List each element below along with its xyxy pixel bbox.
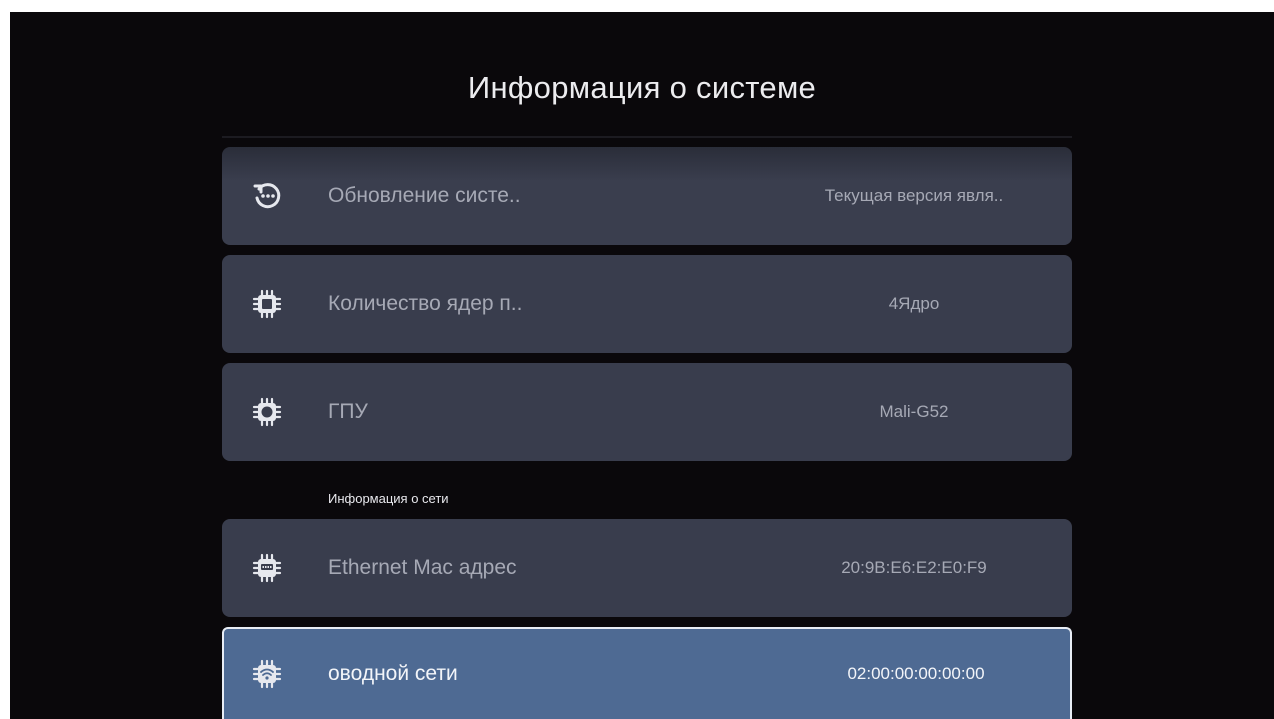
- system-update-icon: [252, 181, 282, 211]
- row-label: Обновление систе..: [328, 184, 521, 207]
- ethernet-chip-icon: [252, 553, 282, 583]
- row-value: 02:00:00:00:00:00: [847, 664, 985, 683]
- wireless-mac-row[interactable]: оводной сети 02:00:00:00:00:00: [222, 627, 1072, 719]
- tv-screen: Информация о системе Обновление систе.. …: [10, 12, 1274, 719]
- row-label: Количество ядер п..: [328, 292, 523, 315]
- row-value: Mali-G52: [879, 402, 949, 421]
- cpu-chip-icon: [252, 289, 282, 319]
- system-update-row[interactable]: Обновление систе.. Текущая версия явля..: [222, 147, 1072, 245]
- row-label: ГПУ: [328, 400, 368, 423]
- row-label: Ethernet Mac адрес: [328, 556, 517, 579]
- cpu-cores-row[interactable]: Количество ядер п.. 4Ядро: [222, 255, 1072, 353]
- page-title: Информация о системе: [467, 70, 817, 105]
- wifi-chip-icon: [252, 659, 282, 689]
- gpu-chip-icon: [252, 397, 282, 427]
- title-divider: [222, 136, 1072, 138]
- row-value: 20:9B:E6:E2:E0:F9: [841, 558, 987, 577]
- ethernet-mac-row[interactable]: Ethernet Mac адрес 20:9B:E6:E2:E0:F9: [222, 519, 1072, 617]
- gpu-row[interactable]: ГПУ Mali-G52: [222, 363, 1072, 461]
- row-label: оводной сети: [328, 662, 458, 685]
- network-section-title: Информация о сети: [328, 491, 449, 506]
- row-value: Текущая версия явля..: [824, 186, 1004, 205]
- row-value: 4Ядро: [888, 294, 940, 313]
